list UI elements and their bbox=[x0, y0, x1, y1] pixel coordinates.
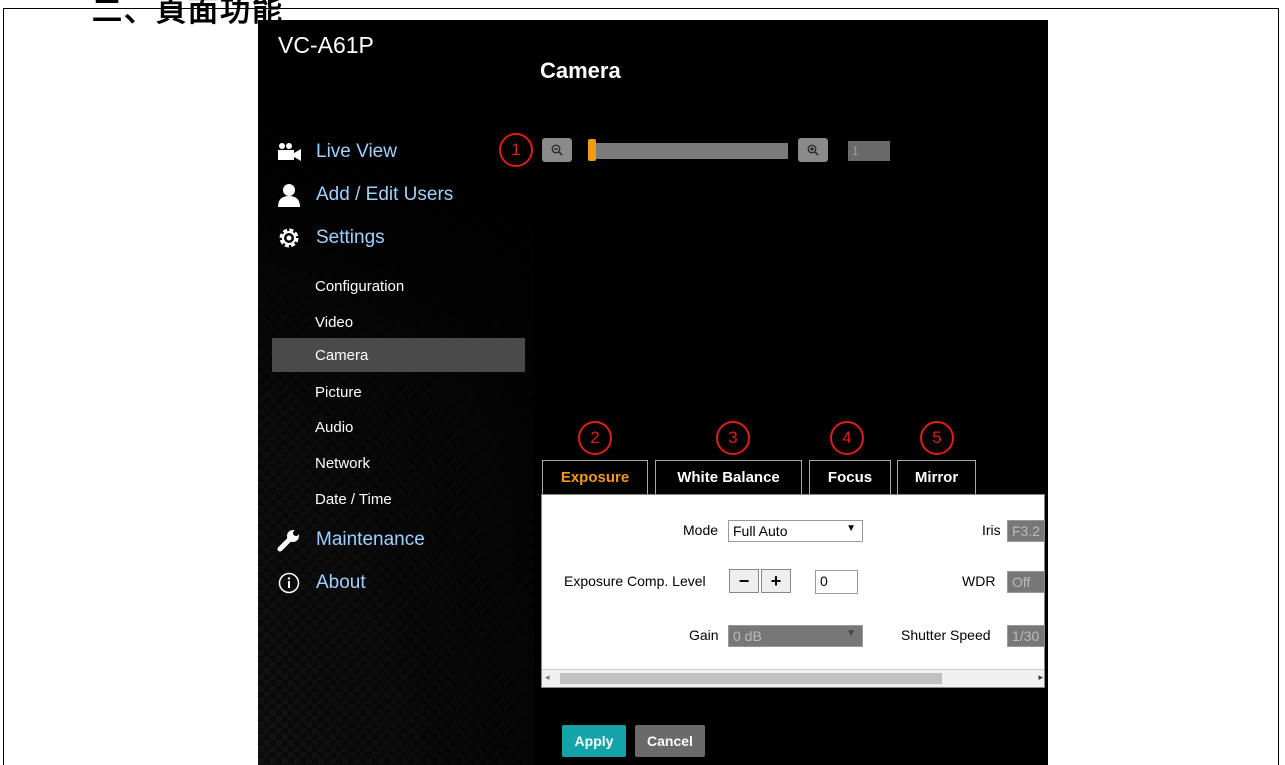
nav-label: Maintenance bbox=[316, 529, 425, 550]
zoom-slider-track[interactable] bbox=[588, 143, 788, 159]
zoom-out-icon bbox=[551, 144, 563, 156]
increment-button[interactable]: + bbox=[761, 569, 791, 593]
sidebar: VC-A61P Live View Add / Edit Users Setti… bbox=[258, 20, 534, 765]
apply-button[interactable]: Apply bbox=[562, 725, 626, 757]
callout-4: 4 bbox=[830, 421, 864, 455]
decrement-button[interactable]: − bbox=[729, 569, 759, 593]
callout-2: 2 bbox=[578, 421, 612, 455]
nav-label: About bbox=[316, 572, 366, 593]
scrollbar-thumb[interactable] bbox=[560, 673, 942, 684]
nav-maintenance[interactable]: Maintenance bbox=[276, 528, 425, 552]
shutter-speed-label: Shutter Speed bbox=[901, 627, 991, 643]
zoom-value-field[interactable]: 1 bbox=[848, 141, 890, 161]
shutter-speed-select[interactable]: 1/30 bbox=[1007, 625, 1044, 647]
subnav-network[interactable]: Network bbox=[272, 446, 525, 480]
subnav-video[interactable]: Video bbox=[272, 305, 525, 339]
tab-exposure[interactable]: Exposure bbox=[542, 460, 648, 494]
exposure-comp-label: Exposure Comp. Level bbox=[564, 573, 706, 589]
callout-5: 5 bbox=[920, 421, 954, 455]
subnav-audio[interactable]: Audio bbox=[272, 410, 525, 444]
cancel-button[interactable]: Cancel bbox=[635, 725, 705, 757]
mode-label: Mode bbox=[683, 522, 719, 538]
gain-select[interactable]: 0 dB ▼ bbox=[728, 625, 863, 647]
zoom-in-icon bbox=[807, 144, 819, 156]
video-camera-icon bbox=[276, 140, 302, 164]
zoom-out-button[interactable] bbox=[542, 138, 572, 162]
iris-label: Iris bbox=[982, 522, 1001, 538]
callout-3: 3 bbox=[716, 421, 750, 455]
exposure-panel: Mode Full Auto ▼ Iris F3.2 Exposure Comp… bbox=[541, 494, 1045, 688]
gear-icon bbox=[276, 226, 302, 250]
scroll-left-icon[interactable]: ◂ bbox=[545, 672, 550, 683]
subnav-picture[interactable]: Picture bbox=[272, 375, 525, 409]
info-icon bbox=[276, 571, 302, 595]
subnav-date-time[interactable]: Date / Time bbox=[272, 482, 525, 516]
nav-live-view[interactable]: Live View bbox=[276, 140, 397, 164]
gain-value: 0 dB bbox=[733, 628, 762, 644]
gain-label: Gain bbox=[689, 627, 719, 643]
user-icon bbox=[276, 183, 302, 207]
nav-add-edit-users[interactable]: Add / Edit Users bbox=[276, 183, 453, 207]
subnav-camera[interactable]: Camera bbox=[272, 338, 525, 372]
nav-label: Add / Edit Users bbox=[316, 184, 454, 205]
scroll-right-icon[interactable]: ▸ bbox=[1038, 672, 1043, 683]
wrench-icon bbox=[276, 528, 302, 552]
chevron-down-icon: ▼ bbox=[846, 523, 856, 534]
exposure-comp-input[interactable]: 0 bbox=[815, 570, 858, 594]
nav-label: Settings bbox=[316, 227, 385, 248]
zoom-slider-thumb[interactable] bbox=[588, 139, 596, 161]
horizontal-scrollbar[interactable]: ◂ ▸ bbox=[542, 669, 1044, 687]
mode-select[interactable]: Full Auto ▼ bbox=[728, 520, 863, 542]
tab-white-balance[interactable]: White Balance bbox=[655, 460, 802, 494]
nav-label: Live View bbox=[316, 141, 397, 162]
nav-settings[interactable]: Settings bbox=[276, 226, 385, 250]
subnav-configuration[interactable]: Configuration bbox=[272, 269, 525, 303]
mode-value: Full Auto bbox=[733, 523, 788, 539]
zoom-in-button[interactable] bbox=[798, 138, 828, 162]
tab-mirror[interactable]: Mirror bbox=[897, 460, 976, 494]
wdr-label: WDR bbox=[962, 573, 996, 589]
nav-about[interactable]: About bbox=[276, 571, 366, 595]
page-title: Camera bbox=[540, 58, 621, 83]
chevron-down-icon: ▼ bbox=[846, 628, 856, 639]
tab-focus[interactable]: Focus bbox=[809, 460, 891, 494]
callout-1: 1 bbox=[499, 133, 533, 167]
iris-select[interactable]: F3.2 bbox=[1007, 520, 1044, 542]
brand-title: VC-A61P bbox=[278, 32, 374, 58]
camera-web-ui: VC-A61P Live View Add / Edit Users Setti… bbox=[258, 20, 1048, 765]
wdr-select[interactable]: Off bbox=[1007, 571, 1044, 593]
